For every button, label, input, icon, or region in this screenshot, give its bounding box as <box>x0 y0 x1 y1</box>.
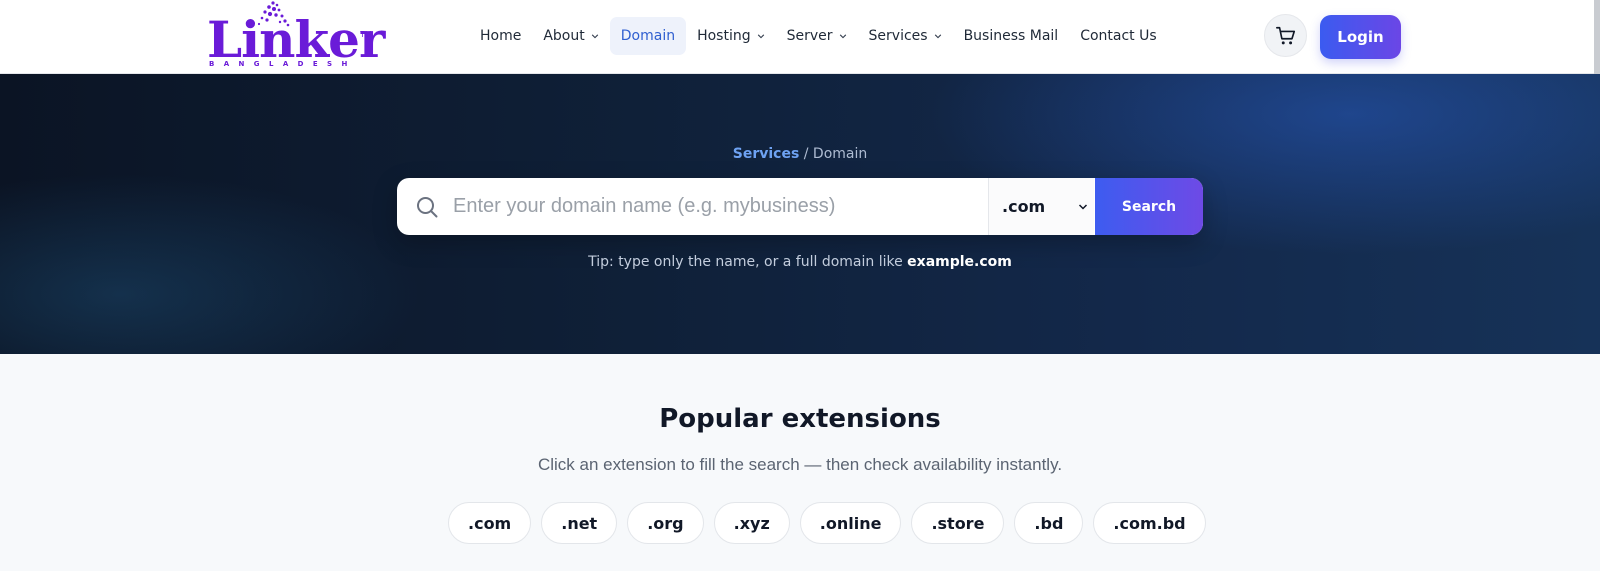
nav-item-home[interactable]: Home <box>469 17 532 55</box>
nav-item-contact-us[interactable]: Contact Us <box>1069 17 1167 55</box>
chevron-down-icon <box>1078 204 1088 210</box>
breadcrumb: Services / Domain <box>0 146 1600 162</box>
nav-item-server[interactable]: Server <box>776 17 858 55</box>
cart-icon <box>1275 26 1295 44</box>
extension-pill-com[interactable]: .com <box>448 502 532 544</box>
extension-pill-net[interactable]: .net <box>541 502 618 544</box>
nav-label: About <box>543 28 585 44</box>
site-header: Linker TM BANGLADESH Home About Domain H… <box>0 0 1600 74</box>
extension-pill-com-bd[interactable]: .com.bd <box>1093 502 1206 544</box>
nav-label: Domain <box>620 28 676 44</box>
extension-list: .com .net .org .xyz .online .store .bd .… <box>448 502 1206 544</box>
extension-pill-bd[interactable]: .bd <box>1014 502 1084 544</box>
nav-item-about[interactable]: About <box>532 17 609 55</box>
nav-label: Hosting <box>697 28 751 44</box>
logo-trademark: TM <box>360 30 372 39</box>
chevron-down-icon <box>934 34 941 39</box>
popular-extensions-title: Popular extensions <box>659 404 941 434</box>
nav-item-domain[interactable]: Domain <box>609 17 687 55</box>
logo-subtitle: BANGLADESH <box>209 60 357 68</box>
extension-pill-org[interactable]: .org <box>627 502 704 544</box>
cart-button[interactable] <box>1264 14 1307 57</box>
tip-text: Tip: type only the name, or a full domai… <box>588 254 908 270</box>
chevron-down-icon <box>591 34 598 39</box>
nav-label: Home <box>480 28 522 44</box>
extension-pill-online[interactable]: .online <box>799 502 902 544</box>
tip-example: example.com <box>907 254 1012 270</box>
tld-select[interactable]: .com <box>988 178 1094 235</box>
breadcrumb-separator: / <box>799 146 813 162</box>
domain-search-box: .com Search <box>397 178 1203 235</box>
search-tip: Tip: type only the name, or a full domai… <box>0 254 1600 270</box>
main-nav: Home About Domain Hosting Server Service… <box>469 17 1168 55</box>
login-button[interactable]: Login <box>1320 15 1401 59</box>
chevron-down-icon <box>839 34 846 39</box>
search-button[interactable]: Search <box>1095 178 1203 235</box>
nav-label: Business Mail <box>963 28 1059 44</box>
logo-wordmark: Linker <box>207 10 385 69</box>
search-icon <box>417 197 438 218</box>
nav-label: Services <box>868 28 928 44</box>
nav-item-services[interactable]: Services <box>858 17 953 55</box>
chevron-down-icon <box>757 34 764 39</box>
nav-item-hosting[interactable]: Hosting <box>686 17 776 55</box>
nav-label: Server <box>786 28 833 44</box>
domain-search-input[interactable] <box>453 178 983 235</box>
popular-extensions-subtitle: Click an extension to fill the search — … <box>537 455 1063 474</box>
breadcrumb-link-services[interactable]: Services <box>733 146 800 162</box>
tld-selected-value: .com <box>1002 197 1046 216</box>
linker-logo[interactable]: Linker TM BANGLADESH <box>205 0 385 72</box>
nav-label: Contact Us <box>1080 28 1157 44</box>
page-scrollbar[interactable] <box>1594 0 1600 74</box>
breadcrumb-current: Domain <box>812 146 868 162</box>
nav-item-business-mail[interactable]: Business Mail <box>953 17 1070 55</box>
extension-pill-xyz[interactable]: .xyz <box>713 502 790 544</box>
extension-pill-store[interactable]: .store <box>911 502 1005 544</box>
